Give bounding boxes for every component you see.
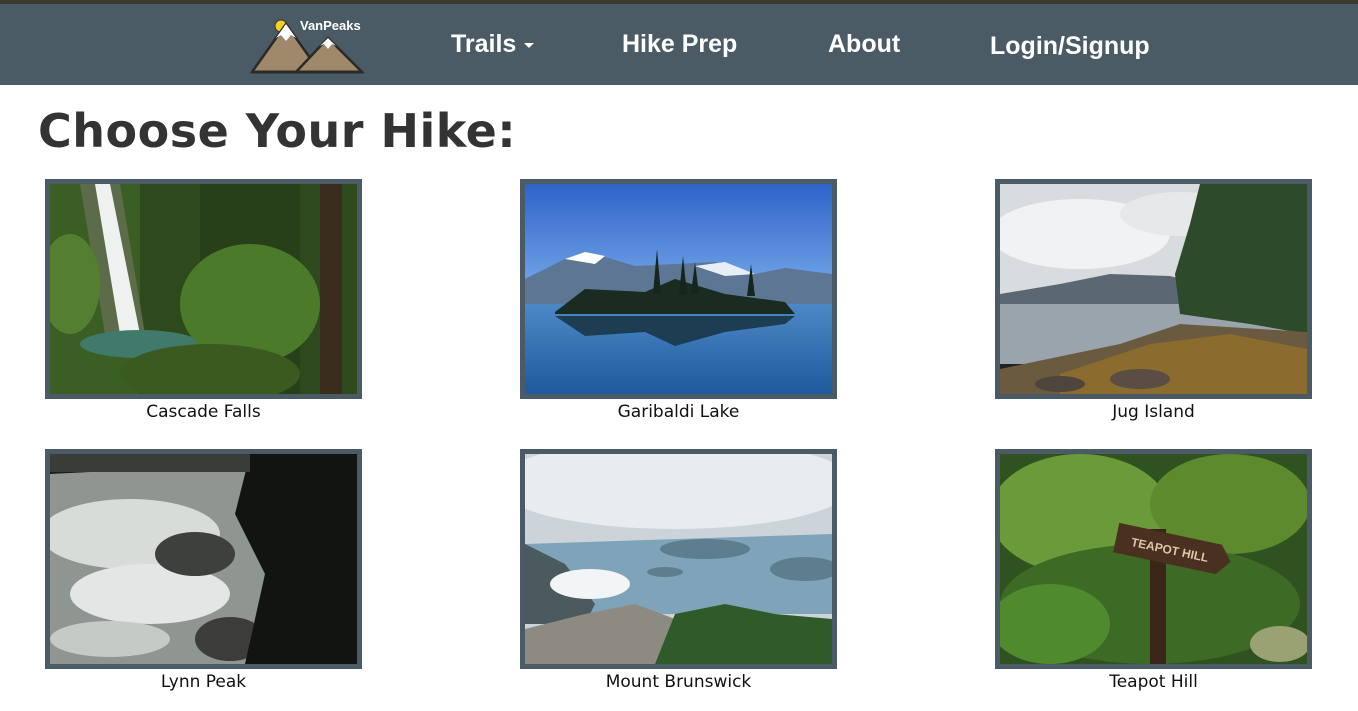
top-navbar: VanPeaks Trails Hike Prep About Login/Si… bbox=[0, 0, 1358, 85]
hike-card: Jug Island bbox=[995, 179, 1312, 422]
hike-name[interactable]: Mount Brunswick bbox=[520, 672, 837, 692]
hike-image-cascade-falls[interactable] bbox=[45, 179, 362, 399]
hike-name[interactable]: Garibaldi Lake bbox=[520, 402, 837, 422]
hike-card: Garibaldi Lake bbox=[520, 179, 837, 422]
hike-card: Cascade Falls bbox=[45, 179, 362, 422]
hike-image-garibaldi-lake[interactable] bbox=[520, 179, 837, 399]
nav-hike-prep[interactable]: Hike Prep bbox=[622, 30, 737, 59]
nav-login-signup[interactable]: Login/Signup bbox=[990, 32, 1150, 61]
nav-about[interactable]: About bbox=[828, 30, 900, 59]
page-title: Choose Your Hike: bbox=[38, 104, 517, 158]
hike-card: TEAPOT HILL Teapot Hill bbox=[995, 449, 1312, 692]
hike-image-teapot-hill[interactable]: TEAPOT HILL bbox=[995, 449, 1312, 669]
caret-down-icon bbox=[524, 42, 535, 48]
nav-trails-label: Trails bbox=[451, 30, 517, 58]
hike-image-jug-island[interactable] bbox=[995, 179, 1312, 399]
hike-image-lynn-peak[interactable] bbox=[45, 449, 362, 669]
hike-image-mount-brunswick[interactable] bbox=[520, 449, 837, 669]
hike-card: Lynn Peak bbox=[45, 449, 362, 692]
brand-name: VanPeaks bbox=[300, 18, 361, 33]
hike-name[interactable]: Cascade Falls bbox=[45, 402, 362, 422]
hike-name[interactable]: Lynn Peak bbox=[45, 672, 362, 692]
nav-trails-dropdown[interactable]: Trails bbox=[451, 30, 535, 59]
hike-name[interactable]: Jug Island bbox=[995, 402, 1312, 422]
hike-card: Mount Brunswick bbox=[520, 449, 837, 692]
hike-name[interactable]: Teapot Hill bbox=[995, 672, 1312, 692]
